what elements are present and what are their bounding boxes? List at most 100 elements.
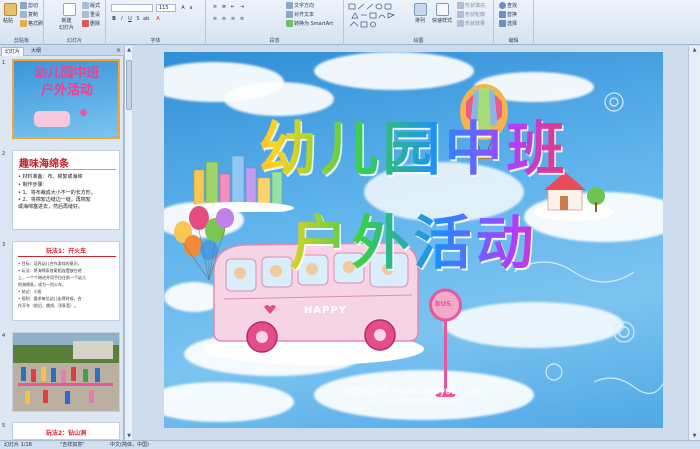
slide-number: 3 <box>2 242 6 248</box>
slide-counter: 幻灯片 1/18 <box>4 442 32 448</box>
smartart-label: 转换为 SmartArt <box>294 21 334 27</box>
decrease-indent-icon[interactable]: ⇤ <box>230 4 236 10</box>
thumb-3-divider <box>18 256 116 257</box>
bold-icon[interactable]: B <box>111 16 117 22</box>
scroll-thumb[interactable] <box>126 60 132 110</box>
scroll-up-icon[interactable]: ▲ <box>689 46 700 54</box>
text-direction-label: 文字方向 <box>294 3 315 9</box>
bus-label: HAPPY <box>304 305 348 316</box>
slide-number: 4 <box>2 333 6 339</box>
shrink-font-icon[interactable]: a <box>188 5 194 11</box>
tab-outline[interactable]: 大纲 <box>28 47 44 56</box>
credit-subtext: 小班 / FLASH课件 / 教案 学前教育 / 合集 <box>367 399 460 405</box>
right-scrollbar[interactable]: ▲ ▼ <box>688 46 700 440</box>
grow-font-icon[interactable]: A <box>180 5 186 11</box>
bullets-icon[interactable]: ≡ <box>212 4 218 10</box>
paragraph-group: ≡ ≣ ⇤ ⇥ ≡ ≡ ≡ ≡ 文字方向 对齐文本 转换为 SmartArt 段… <box>206 0 344 45</box>
slide-thumbnail-5[interactable]: 玩法2：钻山洞 <box>12 422 120 440</box>
slide-thumbnail-2[interactable]: 趣味海绵条 • 材料准备：布、棉絮或海绵 • 制作步骤： • 1、将布裁成大小不… <box>12 150 120 230</box>
close-icon[interactable]: × <box>116 47 121 54</box>
slide-thumbnail-4[interactable] <box>12 332 120 412</box>
justify-icon[interactable]: ≡ <box>239 16 245 22</box>
slide-thumbnail-1[interactable]: 幼儿园中班 户外活动 <box>12 59 120 139</box>
scroll-down-icon[interactable]: ▼ <box>689 432 700 440</box>
thumb-2-divider <box>18 169 116 170</box>
copy-button[interactable]: 复制 <box>20 11 38 19</box>
select-button[interactable]: 选择 <box>499 20 517 28</box>
thumb-3-line: 的海绵条，成为一列火车。 <box>18 282 66 287</box>
align-center-icon[interactable]: ≡ <box>221 16 227 22</box>
thumb-3-line: • 规则：要求每位幼儿走得时候，合 <box>18 296 82 301</box>
shapes-gallery-icon[interactable] <box>348 3 400 29</box>
quick-styles-button[interactable]: 快速样式 <box>432 18 452 25</box>
new-slide-icon[interactable] <box>63 3 76 16</box>
align-left-icon[interactable]: ≡ <box>212 16 218 22</box>
arrange-button[interactable]: 排列 <box>415 18 425 25</box>
text-direction-button[interactable]: 文字方向 <box>286 2 314 10</box>
smartart-button[interactable]: 转换为 SmartArt <box>286 20 333 28</box>
scroll-down-icon[interactable]: ▼ <box>125 432 133 440</box>
align-text-button[interactable]: 对齐文本 <box>286 11 314 19</box>
scroll-up-icon[interactable]: ▲ <box>125 46 133 54</box>
thumb-2-line: • 2、将棉絮边缝边一缝，再棉絮 或海绵塞进去，然后再缝好。 <box>18 197 91 210</box>
thumb-3-line: • 玩法：将海绵条首尾相连摆放在地 <box>18 268 82 273</box>
underline-icon[interactable]: U <box>127 16 133 22</box>
find-button[interactable]: 查找 <box>499 2 517 10</box>
increase-indent-icon[interactable]: ⇥ <box>239 4 245 10</box>
font-name-box[interactable] <box>111 4 153 12</box>
font-size-box[interactable]: 115 <box>156 4 176 12</box>
select-arrow-icon <box>499 20 506 27</box>
thumb-2-line: • 1、将布裁成大小不一的长方形。 <box>18 190 96 196</box>
slides-group: 新建 幻灯片 版式 重设 删除 幻灯片 <box>44 0 106 45</box>
shape-effects-button[interactable]: 形状效果 <box>457 20 485 28</box>
shape-fill-label: 形状填充 <box>465 3 486 9</box>
format-painter-label: 格式刷 <box>28 21 44 27</box>
shape-fill-button[interactable]: 形状填充 <box>457 2 485 10</box>
reset-button[interactable]: 重设 <box>82 11 100 19</box>
shape-outline-button[interactable]: 形状轮廓 <box>457 11 485 19</box>
effects-icon <box>457 20 464 27</box>
scissors-icon <box>20 2 27 9</box>
shape-outline-label: 形状轮廓 <box>465 12 486 18</box>
paste-button[interactable]: 粘贴 <box>3 18 13 25</box>
reset-icon <box>82 11 89 18</box>
shadow-icon[interactable]: S <box>135 16 141 22</box>
drawing-group: 排列 快速样式 形状填充 形状轮廓 形状效果 绘图 <box>344 0 494 45</box>
tab-slides[interactable]: 幻灯片 <box>1 47 25 56</box>
align-right-icon[interactable]: ≡ <box>230 16 236 22</box>
slide-thumbnail-3[interactable]: 玩法1：开火车 • 目标：培养幼儿合作游戏的意识。 • 玩法：将海绵条首尾相连摆… <box>12 241 120 321</box>
numbering-icon[interactable]: ≣ <box>221 4 227 10</box>
delete-button[interactable]: 删除 <box>82 20 100 28</box>
ribbon: 粘贴 剪切 复制 格式刷 剪贴板 新建 幻灯片 版式 重设 删除 幻灯片 115… <box>0 0 700 45</box>
thumb-3-title: 玩法1：开火车 <box>45 248 87 255</box>
fill-bucket-icon <box>457 2 464 9</box>
thumb-2-title: 趣味海绵条 <box>19 159 69 170</box>
italic-icon[interactable]: I <box>119 16 125 22</box>
arrange-icon[interactable] <box>414 3 427 16</box>
font-color-icon[interactable]: A <box>155 16 161 22</box>
font-group-label: 字体 <box>150 38 161 44</box>
panel-scrollbar[interactable]: ▲ ▼ <box>124 46 132 440</box>
slide-title-line-1[interactable]: 幼儿园中班 <box>164 102 663 186</box>
layout-button[interactable]: 版式 <box>82 2 100 10</box>
clipboard-group-label: 剪贴板 <box>13 38 29 44</box>
font-group: 115 A a B I U S ab A 字体 <box>106 0 206 45</box>
replace-button[interactable]: 替换 <box>499 11 517 19</box>
copy-label: 复制 <box>28 12 39 18</box>
paste-icon[interactable] <box>4 3 17 16</box>
slide-title-line-2[interactable]: 户外活动 <box>164 196 663 280</box>
thumb-sign-image <box>80 109 87 116</box>
theme-name: "吉祥如意" <box>60 442 85 448</box>
credit-text: 幼教资源网 ziyuan.baby611.com <box>342 387 485 397</box>
delete-label: 删除 <box>90 21 101 27</box>
outline-pen-icon <box>457 11 464 18</box>
format-painter-button[interactable]: 格式刷 <box>20 20 43 28</box>
slide-number: 1 <box>2 60 6 66</box>
quick-styles-icon[interactable] <box>436 3 449 16</box>
replace-icon <box>499 11 506 18</box>
language-indicator[interactable]: 中文(简体，中国) <box>110 441 149 449</box>
cut-button[interactable]: 剪切 <box>20 2 38 10</box>
new-slide-button[interactable]: 新建 幻灯片 <box>59 18 74 32</box>
strikethrough-icon[interactable]: ab <box>143 16 149 22</box>
slide-canvas[interactable]: HAPPY BUS 幼儿园中班 幼儿园中班 户外活动 户外活动 幼教资源网 zi… <box>164 52 663 428</box>
